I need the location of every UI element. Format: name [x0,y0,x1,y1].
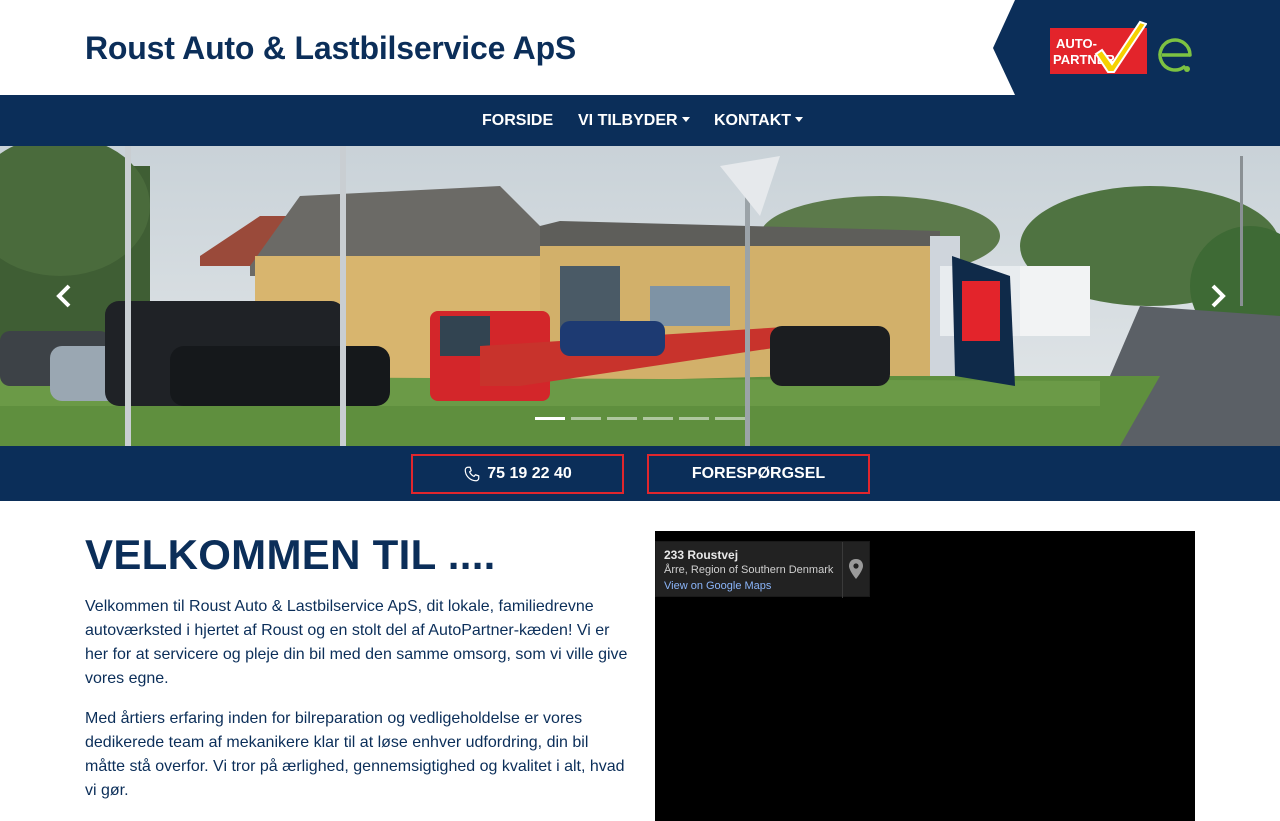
nav-item-label: KONTAKT [714,112,792,129]
phone-icon [464,466,480,482]
phone-number: 75 19 22 40 [487,465,572,482]
carousel-indicator[interactable] [571,417,601,420]
cta-bar: 75 19 22 40 FORESPØRGSEL [0,446,1280,501]
main-navbar: FORSIDE VI TILBYDER KONTAKT [0,95,1280,146]
caret-down-icon [681,117,690,122]
carousel-next-button[interactable] [1202,281,1232,311]
carousel-indicator[interactable] [679,417,709,420]
nav-item-label: FORSIDE [482,112,554,129]
hero-image [0,146,1280,446]
carousel-indicator[interactable] [607,417,637,420]
site-title[interactable]: Roust Auto & Lastbilservice ApS [85,29,576,67]
autopartner-logo[interactable]: AUTO- PARTNER [1050,20,1147,74]
nav-item-vi-tilbyder[interactable]: VI TILBYDER [578,95,690,146]
view-on-google-maps-link[interactable]: View on Google Maps [664,580,771,592]
inquiry-button[interactable]: FORESPØRGSEL [647,454,870,494]
google-map[interactable]: 233 Roustvej Årre, Region of Southern De… [655,531,1195,821]
welcome-paragraph-1: Velkommen til Roust Auto & Lastbilservic… [85,598,628,687]
nav-item-label: VI TILBYDER [578,112,678,129]
inquiry-label: FORESPØRGSEL [691,465,826,482]
hero-carousel [0,146,1280,446]
caret-down-icon [795,117,804,122]
nav-item-kontakt[interactable]: KONTAKT [714,95,804,146]
nav-item-forside[interactable]: FORSIDE [482,95,553,146]
map-pin-icon[interactable] [848,559,864,579]
e-logo-icon [1158,38,1192,72]
welcome-title: VELKOMMEN TIL .... [85,531,496,578]
map-info-card: 233 Roustvej Årre, Region of Southern De… [655,541,870,598]
map-card-divider [842,542,843,598]
main-content: VELKOMMEN TIL .... Velkommen til Roust A… [0,501,1280,821]
svg-text:AUTO-: AUTO- [1056,36,1097,51]
welcome-paragraph-2: Med årtiers erfaring inden for bilrepara… [85,710,625,799]
site-header: Roust Auto & Lastbilservice ApS AUTO- PA… [0,0,1280,95]
map-region: Årre, Region of Southern Denmark [664,564,834,576]
carousel-indicator[interactable] [643,417,673,420]
carousel-indicator[interactable] [715,417,745,420]
phone-button[interactable]: 75 19 22 40 [411,454,624,494]
carousel-indicator[interactable] [535,417,565,420]
carousel-prev-button[interactable] [50,281,80,311]
map-address: 233 Roustvej [664,548,739,562]
